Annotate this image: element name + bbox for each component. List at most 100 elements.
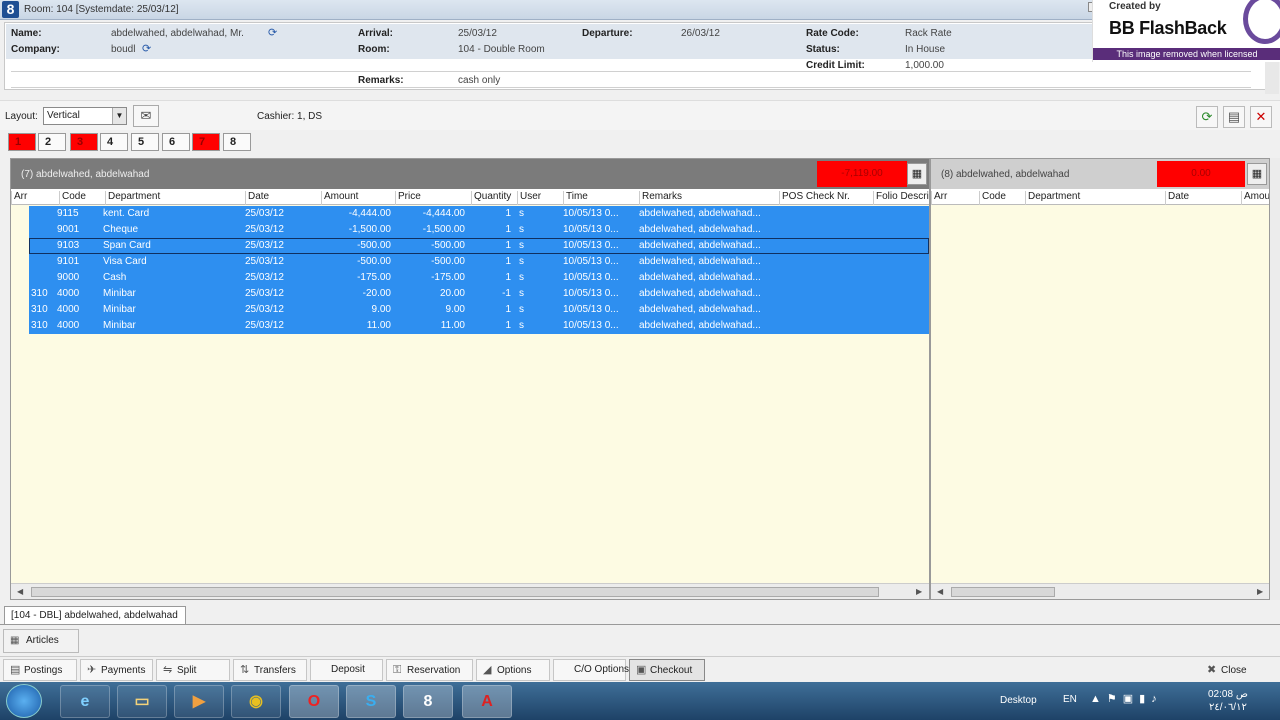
postings-button[interactable]: ▤ Postings bbox=[3, 659, 77, 681]
internet-explorer-icon[interactable]: e bbox=[60, 685, 110, 718]
language-indicator[interactable]: EN bbox=[1063, 694, 1077, 705]
left-window-title: (7) abdelwahed, abdelwahad bbox=[21, 169, 150, 180]
power-icon[interactable]: ▮ bbox=[1139, 693, 1151, 705]
room-tab[interactable]: [104 - DBL] abdelwahed, abdelwahad bbox=[4, 606, 186, 624]
column-header[interactable]: User bbox=[517, 191, 563, 205]
cell-time: 10/05/13 0... bbox=[563, 256, 619, 267]
cell-dept: Cheque bbox=[103, 224, 139, 235]
window-tab-2[interactable]: 2 bbox=[38, 133, 66, 151]
column-header[interactable]: Date bbox=[245, 191, 321, 205]
transfers-button[interactable]: ⇅ Transfers bbox=[233, 659, 307, 681]
column-header[interactable]: Folio Descri bbox=[873, 191, 929, 205]
opera-icon[interactable]: O bbox=[289, 685, 339, 718]
scroll-right-icon[interactable]: ▶ bbox=[1257, 587, 1263, 596]
delete-button[interactable]: ✕ bbox=[1250, 106, 1272, 128]
email-button[interactable]: ✉ bbox=[133, 105, 159, 127]
right-window-action-button[interactable]: ▦ bbox=[1247, 163, 1267, 185]
scroll-thumb[interactable] bbox=[31, 587, 879, 597]
column-header[interactable]: Amount bbox=[321, 191, 395, 205]
column-header[interactable]: Department bbox=[1025, 191, 1165, 205]
column-header[interactable]: Code bbox=[59, 191, 105, 205]
scroll-left-icon[interactable]: ◀ bbox=[17, 587, 23, 596]
layout-select[interactable]: Vertical ▼ bbox=[43, 107, 127, 125]
scroll-thumb[interactable] bbox=[951, 587, 1055, 597]
window-tab-1[interactable]: 1 bbox=[8, 133, 36, 151]
folder-icon[interactable]: ▭ bbox=[117, 685, 167, 718]
media-player-icon[interactable]: ▶ bbox=[174, 685, 224, 718]
window-tab-3[interactable]: 3 bbox=[70, 133, 98, 151]
split-button[interactable]: ⇋ Split bbox=[156, 659, 230, 681]
window-tab-7[interactable]: 7 bbox=[192, 133, 220, 151]
c-o-options-button[interactable]: C/O Options bbox=[553, 659, 629, 681]
app8-icon[interactable]: 8 bbox=[403, 685, 453, 718]
options-button[interactable]: ◢ Options bbox=[476, 659, 550, 681]
left-horizontal-scrollbar[interactable]: ◀ ▶ bbox=[11, 583, 929, 599]
column-header[interactable]: Arr bbox=[11, 191, 59, 205]
scroll-left-icon[interactable]: ◀ bbox=[937, 587, 943, 596]
column-header[interactable]: Date bbox=[1165, 191, 1241, 205]
cell-qty: 1 bbox=[505, 208, 511, 219]
transfer-icon: ⇅ bbox=[240, 664, 250, 676]
deposit-button[interactable]: Deposit bbox=[310, 659, 383, 681]
network-icon[interactable]: ▣ bbox=[1123, 693, 1139, 705]
clock-time: 02:08 ص bbox=[1208, 689, 1248, 700]
table-row[interactable]: 9101 Visa Card 25/03/12 -500.00 -500.00 1 s 10/… bbox=[29, 254, 929, 270]
window-tab-6[interactable]: 6 bbox=[162, 133, 190, 151]
document-button[interactable]: ▤ bbox=[1223, 106, 1245, 128]
clock-date: ٢٤/٠٦/١٢ bbox=[1209, 702, 1247, 713]
chevron-down-icon[interactable]: ▼ bbox=[112, 108, 126, 124]
table-row[interactable]: 9000 Cash 25/03/12 -175.00 -175.00 1 s 10/05/13… bbox=[29, 270, 929, 286]
credit-label: Credit Limit: bbox=[806, 60, 865, 71]
table-row[interactable]: 310 4000 Minibar 25/03/12 -20.00 20.00 -1 s 10/0… bbox=[29, 286, 929, 302]
window-tab-4[interactable]: 4 bbox=[100, 133, 128, 151]
chrome-icon[interactable]: ◉ bbox=[231, 685, 281, 718]
cell-user: s bbox=[519, 240, 524, 251]
table-row[interactable]: 9115 kent. Card 25/03/12 -4,444.00 -4,444.00… bbox=[29, 206, 929, 222]
volume-icon[interactable]: ♪ bbox=[1151, 693, 1163, 705]
cell-price: -1,500.00 bbox=[422, 224, 465, 235]
start-button[interactable] bbox=[6, 684, 42, 718]
left-window-action-button[interactable]: ▦ bbox=[907, 163, 927, 185]
refresh-button[interactable]: ⟳ bbox=[1196, 106, 1218, 128]
scroll-right-icon[interactable]: ▶ bbox=[916, 587, 922, 596]
table-row[interactable]: 310 4000 Minibar 25/03/12 9.00 9.00 1 s 10/05/13… bbox=[29, 302, 929, 318]
table-row[interactable]: 9001 Cheque 25/03/12 -1,500.00 -1,500.00 1 s 10… bbox=[29, 222, 929, 238]
column-header[interactable]: Time bbox=[563, 191, 639, 205]
watermark: Created by BB FlashBack This image remov… bbox=[1092, 0, 1280, 62]
window-tab-8[interactable]: 8 bbox=[223, 133, 251, 151]
tray-icons[interactable]: ▲⚑▣▮♪ bbox=[1090, 692, 1163, 705]
close-button[interactable]: ✖ Close bbox=[1200, 659, 1268, 681]
refresh-company-icon[interactable]: ⟳ bbox=[142, 42, 151, 55]
table-row[interactable]: 310 4000 Minibar 25/03/12 11.00 11.00 1 s 10/05/… bbox=[29, 318, 929, 334]
tray-arrow-icon[interactable]: ▲ bbox=[1090, 693, 1107, 705]
refresh-icon: ⟳ bbox=[1201, 109, 1213, 124]
acrobat-icon[interactable]: A bbox=[462, 685, 512, 718]
column-header[interactable]: Remarks bbox=[639, 191, 779, 205]
cell-code: 9103 bbox=[57, 240, 80, 251]
checkout-button[interactable]: ▣ Checkout bbox=[629, 659, 705, 681]
right-horizontal-scrollbar[interactable]: ◀ ▶ bbox=[931, 583, 1269, 599]
skype-icon[interactable]: S bbox=[346, 685, 396, 718]
refresh-name-icon[interactable]: ⟳ bbox=[268, 26, 277, 39]
column-header[interactable]: POS Check Nr. bbox=[779, 191, 873, 205]
clock[interactable]: 02:08 ص ٢٤/٠٦/١٢ bbox=[1208, 688, 1248, 714]
column-header[interactable]: Amou bbox=[1241, 191, 1269, 205]
info-scrollbar[interactable] bbox=[1265, 60, 1279, 94]
articles-button[interactable]: ▦ Articles bbox=[3, 629, 79, 653]
vertical-scrollbar[interactable] bbox=[1270, 158, 1280, 600]
cell-amount: -1,500.00 bbox=[348, 224, 391, 235]
cell-date: 25/03/12 bbox=[245, 320, 284, 331]
list-icon: ▤ bbox=[10, 664, 21, 676]
desktop-label[interactable]: Desktop bbox=[1000, 695, 1037, 706]
column-header[interactable]: Department bbox=[105, 191, 245, 205]
payments-button[interactable]: ✈ Payments bbox=[80, 659, 153, 681]
cell-time: 10/05/13 0... bbox=[563, 272, 619, 283]
column-header[interactable]: Price bbox=[395, 191, 471, 205]
column-header[interactable]: Quantity bbox=[471, 191, 517, 205]
table-row[interactable]: 9103 Span Card 25/03/12 -500.00 -500.00 1 s 10/… bbox=[29, 238, 929, 254]
reservation-button[interactable]: ⚿ Reservation bbox=[386, 659, 473, 681]
window-tab-5[interactable]: 5 bbox=[131, 133, 159, 151]
flag-icon[interactable]: ⚑ bbox=[1107, 693, 1123, 705]
column-header[interactable]: Code bbox=[979, 191, 1025, 205]
column-header[interactable]: Arr bbox=[931, 191, 979, 205]
